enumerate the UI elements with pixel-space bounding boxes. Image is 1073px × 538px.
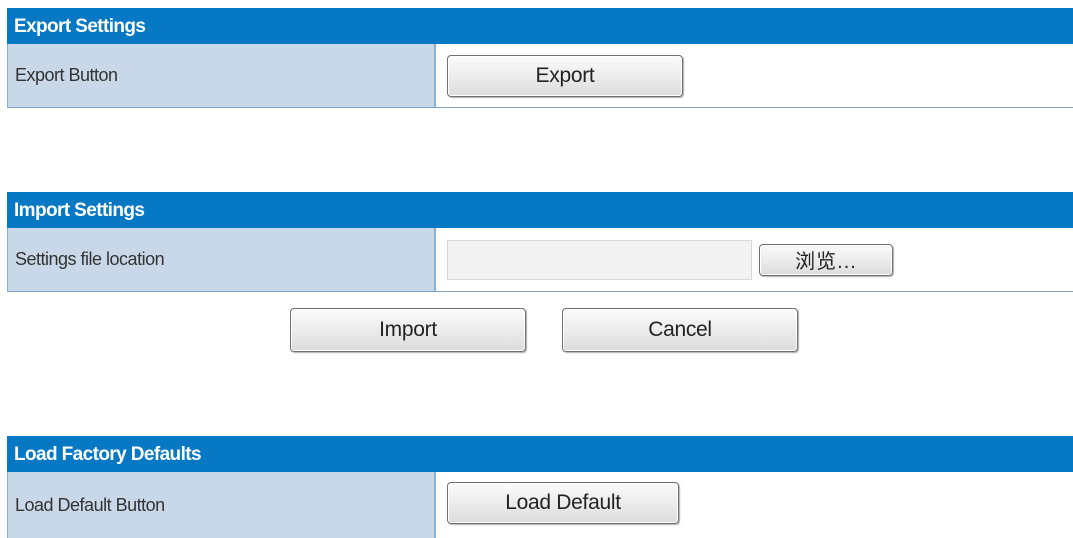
load-default-label: Load Default Button: [7, 472, 436, 538]
load-defaults-section: Load Factory Defaults Load Default Butto…: [7, 436, 1073, 538]
settings-file-input[interactable]: [447, 239, 752, 280]
import-settings-section: Import Settings Settings file location 浏…: [7, 192, 1073, 292]
load-default-button[interactable]: Load Default: [447, 482, 679, 524]
cancel-button[interactable]: Cancel: [562, 308, 798, 352]
export-settings-section: Export Settings Export Button Export: [7, 8, 1073, 108]
export-button-label: Export Button: [7, 44, 436, 107]
export-button[interactable]: Export: [447, 54, 683, 97]
settings-file-cell: 浏览...: [436, 228, 1073, 291]
export-button-cell: Export: [436, 44, 1073, 107]
settings-file-row: Settings file location 浏览...: [7, 228, 1073, 292]
import-button[interactable]: Import: [290, 308, 526, 352]
import-actions: Import Cancel: [290, 308, 798, 352]
export-settings-header: Export Settings: [7, 8, 1073, 44]
load-default-cell: Load Default: [436, 472, 1073, 538]
export-button-row: Export Button Export: [7, 44, 1073, 108]
settings-page: Export Settings Export Button Export Imp…: [0, 0, 1073, 538]
load-defaults-header: Load Factory Defaults: [7, 436, 1073, 472]
import-settings-header: Import Settings: [7, 192, 1073, 228]
browse-button[interactable]: 浏览...: [759, 243, 893, 276]
settings-file-label: Settings file location: [7, 228, 436, 291]
load-default-row: Load Default Button Load Default: [7, 472, 1073, 538]
